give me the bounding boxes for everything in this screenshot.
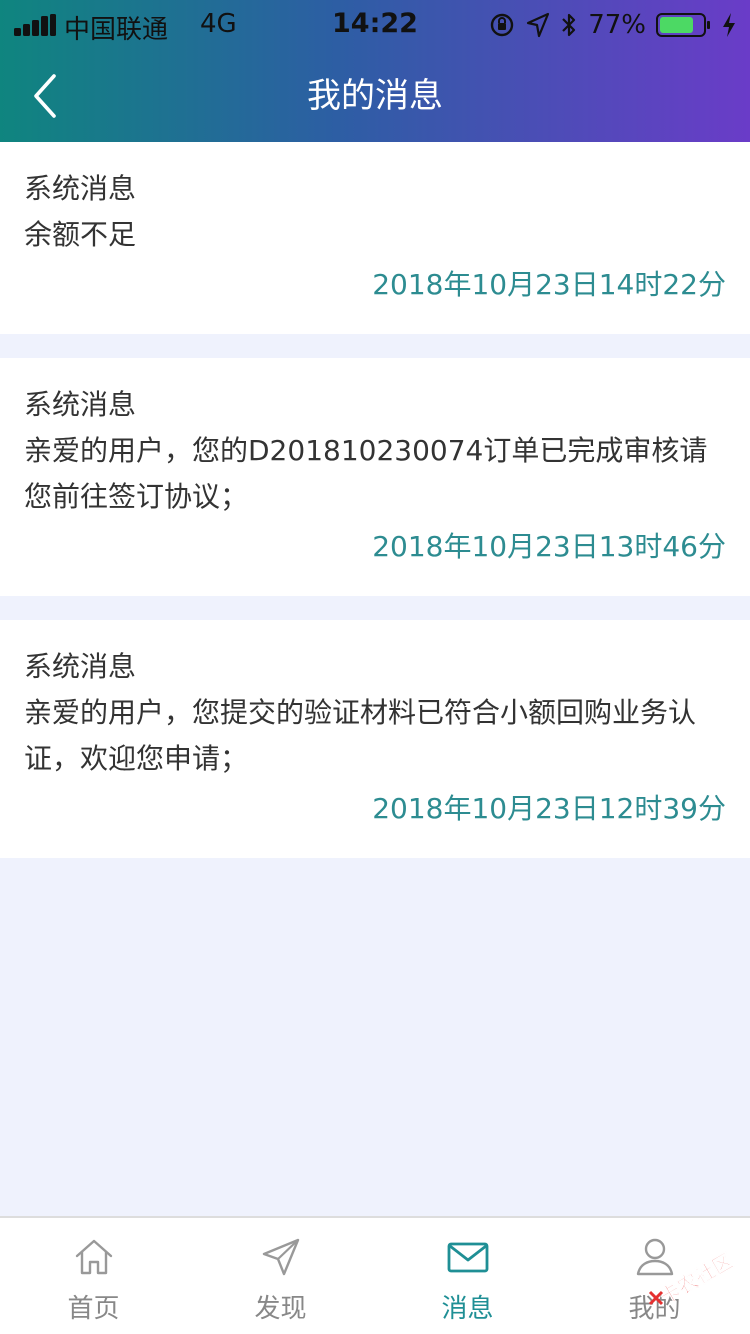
message-title: 系统消息 [24, 388, 137, 421]
tab-label: 消息 [441, 1294, 494, 1324]
tab-label: 首页 [67, 1294, 120, 1324]
header: 中国联通 4G 14:22 77% 我的消息 [0, 0, 750, 142]
battery-icon [656, 13, 710, 37]
paper-plane-icon [262, 1238, 300, 1276]
message-item[interactable]: 系统消息 余额不足 2018年10月23日14时22分 [0, 142, 750, 334]
bluetooth-icon [562, 13, 576, 37]
message-time: 2018年10月23日13时46分 [372, 530, 726, 563]
status-right-group: 77% [488, 8, 736, 42]
message-title: 系统消息 [24, 172, 137, 205]
watermark-logo: 卡农社区 [648, 1248, 737, 1309]
svg-text:卡农社区: 卡农社区 [656, 1248, 737, 1309]
tab-discover[interactable]: 发现 [187, 1218, 374, 1334]
home-icon [75, 1239, 113, 1275]
orientation-lock-icon [491, 13, 514, 37]
message-title: 系统消息 [24, 650, 137, 683]
tab-messages[interactable]: 消息 [374, 1218, 561, 1334]
message-content: 亲爱的用户，您提交的验证材料已符合小额回购业务认证，欢迎您申请； [24, 696, 697, 775]
message-list: 系统消息 余额不足 2018年10月23日14时22分 系统消息 亲爱的用户，您… [0, 142, 750, 882]
location-arrow-icon [527, 12, 550, 38]
message-item[interactable]: 系统消息 亲爱的用户，您的D201810230074订单已完成审核请您前往签订协… [0, 358, 750, 596]
message-time: 2018年10月23日12时39分 [372, 792, 726, 825]
bottom-tab-bar: 首页 发现 消息 我的 [0, 1216, 750, 1334]
message-content: 亲爱的用户，您的D201810230074订单已完成审核请您前往签订协议； [24, 434, 708, 513]
status-bar: 中国联通 4G 14:22 77% [0, 0, 750, 50]
mail-icon [447, 1242, 489, 1273]
message-content: 余额不足 [24, 218, 137, 251]
message-time: 2018年10月23日14时22分 [372, 268, 726, 301]
charging-bolt-icon [723, 13, 735, 37]
battery-percent: 77% [588, 10, 646, 40]
page-title: 我的消息 [307, 76, 443, 116]
tab-label: 发现 [254, 1294, 307, 1324]
nav-bar: 我的消息 [0, 50, 750, 142]
tab-home[interactable]: 首页 [0, 1218, 187, 1334]
message-item[interactable]: 系统消息 亲爱的用户，您提交的验证材料已符合小额回购业务认证，欢迎您申请； 20… [0, 620, 750, 858]
